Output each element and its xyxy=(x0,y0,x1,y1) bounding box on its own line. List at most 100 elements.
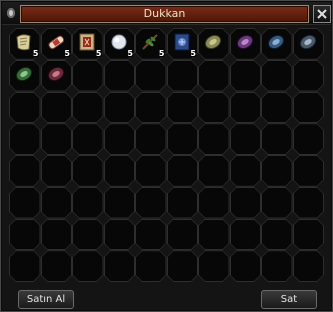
inventory-slot[interactable] xyxy=(198,92,230,124)
inventory-slot[interactable] xyxy=(261,123,293,155)
inventory-slot[interactable] xyxy=(135,60,167,92)
title-left-ornament xyxy=(7,8,15,18)
inventory-slot[interactable]: 5 xyxy=(72,28,104,60)
inventory-slot[interactable] xyxy=(9,219,41,251)
slot-frame xyxy=(9,92,41,124)
inventory-slot[interactable] xyxy=(9,250,41,282)
buy-button[interactable]: Satın Al xyxy=(18,290,74,309)
inventory-slot[interactable] xyxy=(261,219,293,251)
slot-frame xyxy=(104,155,136,187)
inventory-slot[interactable] xyxy=(293,187,325,219)
inventory-slot[interactable] xyxy=(198,219,230,251)
inventory-slot[interactable] xyxy=(167,123,199,155)
inventory-slot[interactable] xyxy=(135,92,167,124)
inventory-slot[interactable] xyxy=(9,155,41,187)
inventory-slot[interactable] xyxy=(293,219,325,251)
sell-button[interactable]: Sat xyxy=(261,290,317,309)
slot-frame xyxy=(293,187,325,219)
inventory-slot[interactable] xyxy=(230,219,262,251)
inventory-slot[interactable] xyxy=(41,92,73,124)
inventory-slot[interactable] xyxy=(72,155,104,187)
inventory-slot[interactable] xyxy=(261,60,293,92)
inventory-slot[interactable] xyxy=(230,92,262,124)
inventory-slot[interactable] xyxy=(261,187,293,219)
slot-background xyxy=(262,61,292,91)
inventory-slot[interactable] xyxy=(261,155,293,187)
inventory-slot[interactable] xyxy=(293,92,325,124)
inventory-slot[interactable] xyxy=(167,155,199,187)
inventory-slot[interactable] xyxy=(135,155,167,187)
slot-background xyxy=(105,61,135,91)
inventory-slot[interactable] xyxy=(167,250,199,282)
inventory-slot[interactable] xyxy=(198,28,230,60)
inventory-slot[interactable] xyxy=(167,187,199,219)
inventory-slot[interactable] xyxy=(104,123,136,155)
inventory-slot[interactable] xyxy=(41,60,73,92)
inventory-slot[interactable] xyxy=(198,123,230,155)
inventory-slot[interactable] xyxy=(230,60,262,92)
inventory-slot[interactable] xyxy=(135,219,167,251)
close-button[interactable] xyxy=(313,5,331,23)
inventory-slot[interactable] xyxy=(135,187,167,219)
inventory-slot[interactable] xyxy=(72,123,104,155)
inventory-slot[interactable] xyxy=(41,219,73,251)
inventory-slot[interactable] xyxy=(167,92,199,124)
slot-background xyxy=(136,156,166,186)
inventory-slot[interactable] xyxy=(198,155,230,187)
inventory-slot[interactable] xyxy=(261,28,293,60)
inventory-slot[interactable] xyxy=(135,123,167,155)
inventory-slot[interactable] xyxy=(41,187,73,219)
slot-frame xyxy=(72,187,104,219)
inventory-slot[interactable] xyxy=(104,187,136,219)
inventory-slot[interactable] xyxy=(72,60,104,92)
inventory-slot[interactable] xyxy=(41,250,73,282)
inventory-slot[interactable] xyxy=(104,219,136,251)
inventory-slot[interactable] xyxy=(293,123,325,155)
inventory-slot[interactable] xyxy=(9,60,41,92)
inventory-slot[interactable] xyxy=(230,187,262,219)
inventory-slot[interactable] xyxy=(9,187,41,219)
slot-frame xyxy=(135,155,167,187)
slot-background xyxy=(262,188,292,218)
inventory-slot[interactable]: 5 xyxy=(135,28,167,60)
slot-background xyxy=(73,251,103,281)
slot-background xyxy=(105,220,135,250)
purple-gem-icon xyxy=(234,31,256,53)
inventory-slot[interactable] xyxy=(198,250,230,282)
inventory-slot[interactable] xyxy=(198,60,230,92)
inventory-slot[interactable] xyxy=(198,187,230,219)
slot-background xyxy=(231,156,261,186)
inventory-slot[interactable] xyxy=(230,123,262,155)
inventory-slot[interactable]: 5 xyxy=(104,28,136,60)
inventory-slot[interactable] xyxy=(72,92,104,124)
inventory-slot[interactable] xyxy=(104,250,136,282)
inventory-slot[interactable] xyxy=(72,187,104,219)
slot-frame xyxy=(261,155,293,187)
inventory-slot[interactable] xyxy=(104,60,136,92)
inventory-slot[interactable] xyxy=(135,250,167,282)
slot-frame xyxy=(198,250,230,282)
inventory-slot[interactable] xyxy=(72,219,104,251)
inventory-slot[interactable] xyxy=(293,155,325,187)
inventory-slot[interactable] xyxy=(230,155,262,187)
inventory-slot[interactable] xyxy=(9,92,41,124)
inventory-slot[interactable] xyxy=(261,92,293,124)
title-bar[interactable]: Dukkan xyxy=(2,2,331,25)
inventory-slot[interactable] xyxy=(167,60,199,92)
inventory-slot[interactable] xyxy=(293,28,325,60)
inventory-slot[interactable] xyxy=(72,250,104,282)
inventory-slot[interactable] xyxy=(41,155,73,187)
inventory-slot[interactable] xyxy=(104,92,136,124)
inventory-slot[interactable] xyxy=(293,60,325,92)
inventory-slot[interactable]: 5 xyxy=(41,28,73,60)
inventory-slot[interactable]: 5 xyxy=(167,28,199,60)
inventory-slot[interactable] xyxy=(293,250,325,282)
inventory-slot[interactable] xyxy=(41,123,73,155)
inventory-slot[interactable]: 5 xyxy=(9,28,41,60)
inventory-slot[interactable] xyxy=(104,155,136,187)
inventory-slot[interactable] xyxy=(230,250,262,282)
inventory-slot[interactable] xyxy=(230,28,262,60)
inventory-slot[interactable] xyxy=(167,219,199,251)
inventory-slot[interactable] xyxy=(9,123,41,155)
inventory-slot[interactable] xyxy=(261,250,293,282)
